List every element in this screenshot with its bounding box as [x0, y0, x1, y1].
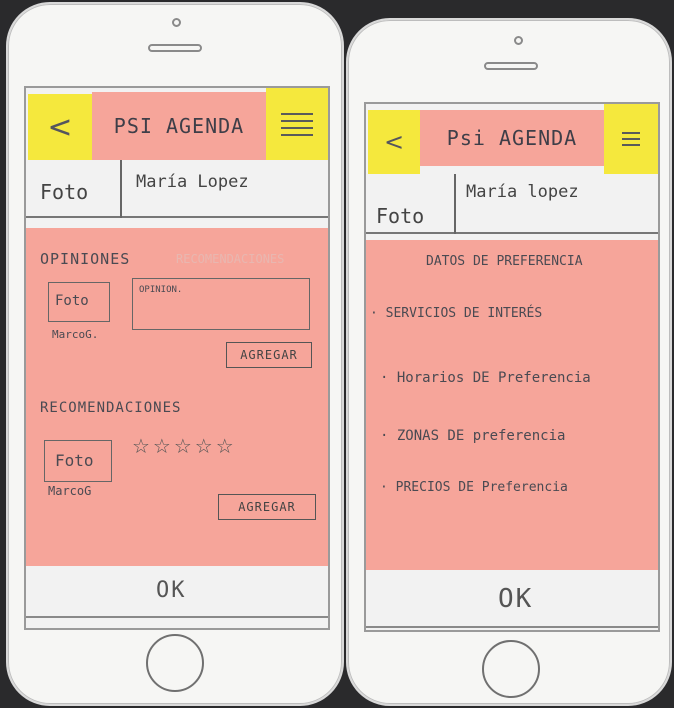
- preferences-note: DATOS DE PREFERENCIA · SERVICIOS DE INTE…: [366, 240, 658, 570]
- back-arrow-icon: <: [383, 128, 405, 156]
- profile-divider: [120, 160, 122, 218]
- menu-icon: [266, 88, 328, 160]
- screen-bottom-line: [366, 626, 658, 628]
- profile-name: María lopez: [466, 182, 579, 202]
- recomendaciones-heading: RECOMENDACIONES: [40, 400, 182, 416]
- pref-item-zonas[interactable]: · ZONAS DE preferencia: [380, 428, 565, 444]
- rec-photo-label: Foto: [55, 451, 94, 470]
- opinion-photo-label: Foto: [55, 293, 89, 309]
- pref-item-label: PRECIOS DE Preferencia: [395, 480, 568, 495]
- pref-item-servicios[interactable]: · SERVICIOS DE INTERÉS: [370, 306, 542, 321]
- opinion-avatar: Foto: [48, 282, 110, 322]
- back-button[interactable]: <: [28, 94, 92, 160]
- camera-icon: [514, 36, 523, 45]
- content-note: OPINIONES RECOMENDACIONES Foto OPINION. …: [26, 228, 328, 566]
- opinion-placeholder: OPINION.: [139, 285, 183, 295]
- rec-avatar: Foto: [44, 440, 112, 482]
- agregar-opinion-button[interactable]: AGREGAR: [226, 342, 312, 368]
- menu-icon: [604, 104, 658, 174]
- speaker-icon: [148, 44, 202, 52]
- home-button[interactable]: [146, 634, 204, 692]
- profile-photo: Foto: [376, 204, 425, 228]
- phone-left: < PSI AGENDA Foto María Lopez OPINIONES …: [6, 2, 344, 706]
- screen-bottom-line: [26, 616, 328, 618]
- profile-name: María Lopez: [136, 172, 249, 192]
- pref-item-label: ZONAS DE preferencia: [396, 428, 566, 444]
- pref-item-horarios[interactable]: · Horarios DE Preferencia: [380, 370, 591, 386]
- camera-icon: [172, 18, 181, 27]
- profile-photo: Foto: [40, 180, 89, 204]
- tab-recomendaciones[interactable]: RECOMENDACIONES: [176, 252, 284, 266]
- preferences-title: DATOS DE PREFERENCIA: [426, 254, 583, 269]
- app-title: Psi AGENDA: [420, 110, 604, 166]
- tab-opiniones[interactable]: OPINIONES: [40, 250, 130, 268]
- screen-right: < Psi AGENDA Foto María lopez DATOS DE P…: [364, 102, 660, 632]
- opinion-input[interactable]: OPINION.: [132, 278, 310, 330]
- home-button[interactable]: [482, 640, 540, 698]
- rating-stars[interactable]: ☆☆☆☆☆: [132, 434, 237, 458]
- menu-button[interactable]: [266, 88, 328, 160]
- back-button[interactable]: <: [368, 110, 420, 174]
- ok-button[interactable]: OK: [156, 578, 187, 603]
- agregar-recomendacion-button[interactable]: AGREGAR: [218, 494, 316, 520]
- screen-left: < PSI AGENDA Foto María Lopez OPINIONES …: [24, 86, 330, 630]
- pref-item-label: Horarios DE Preferencia: [396, 370, 591, 386]
- app-title: PSI AGENDA: [92, 92, 266, 160]
- speaker-icon: [484, 62, 538, 70]
- menu-button[interactable]: [604, 104, 658, 174]
- opinion-username: MarcoG.: [52, 328, 99, 341]
- rec-username: MarcoG: [48, 484, 92, 498]
- pref-item-label: SERVICIOS DE INTERÉS: [385, 306, 543, 321]
- profile-divider: [454, 174, 456, 234]
- ok-button[interactable]: OK: [498, 584, 533, 614]
- phone-right: < Psi AGENDA Foto María lopez DATOS DE P…: [346, 18, 672, 706]
- back-arrow-icon: <: [47, 109, 73, 145]
- pref-item-precios[interactable]: · PRECIOS DE Preferencia: [380, 480, 568, 495]
